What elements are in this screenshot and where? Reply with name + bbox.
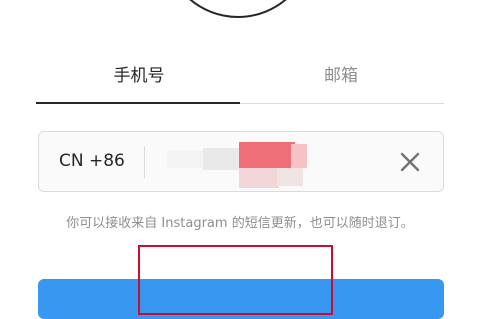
annotation-highlight-box <box>138 245 333 315</box>
active-tab-indicator <box>36 102 240 104</box>
clear-button[interactable] <box>394 146 426 178</box>
tab-phone[interactable]: 手机号 <box>40 62 238 90</box>
tab-divider <box>240 103 444 104</box>
redacted-phone-number <box>167 142 307 190</box>
avatar-outline-icon <box>163 0 313 18</box>
sms-notice: 你可以接收来自 Instagram 的短信更新，也可以随时退订。 <box>66 216 414 231</box>
tab-email[interactable]: 邮箱 <box>242 62 440 90</box>
field-divider <box>144 146 145 178</box>
country-code-selector[interactable]: CN +86 <box>59 132 125 191</box>
close-icon <box>400 152 420 172</box>
phone-field: CN +86 <box>38 131 444 192</box>
